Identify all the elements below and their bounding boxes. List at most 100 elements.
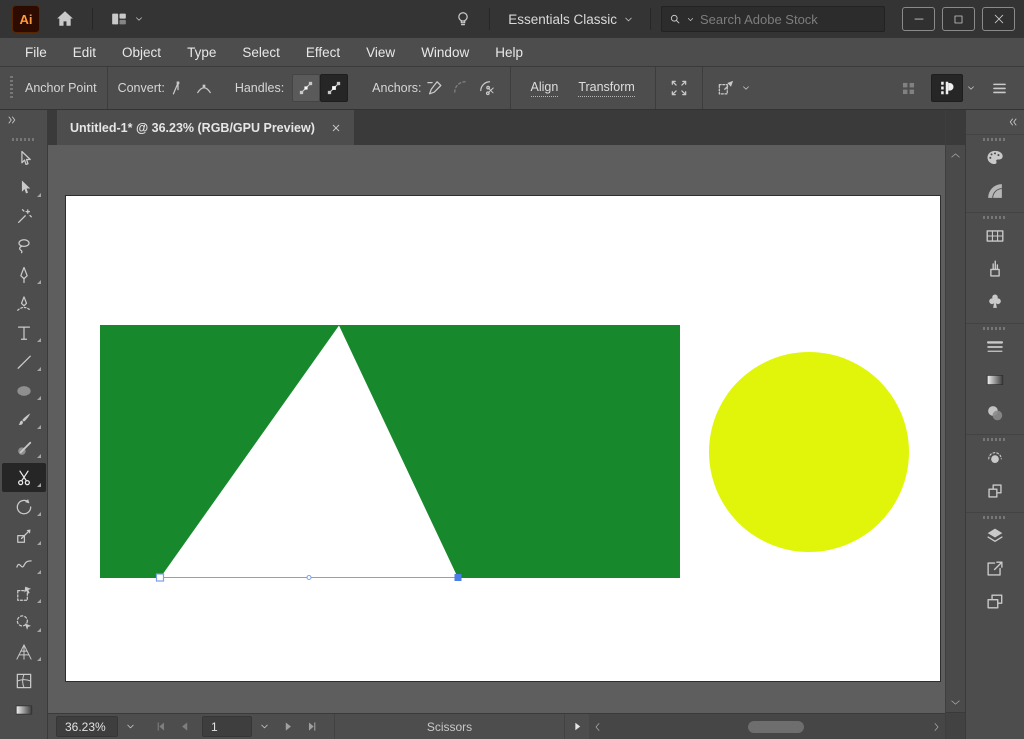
scroll-up-button[interactable] (946, 145, 965, 165)
isolate-selected-object-button[interactable] (713, 75, 739, 101)
selection-tool[interactable] (2, 144, 46, 173)
artboards-panel-button[interactable] (966, 585, 1024, 618)
yellow-circle-shape[interactable] (709, 352, 909, 552)
vertical-scrollbar-track[interactable] (946, 165, 965, 692)
line-segment-tool[interactable] (2, 347, 46, 376)
search-input[interactable] (698, 11, 878, 28)
cut-anchor-right-selected[interactable] (455, 574, 462, 581)
scroll-right-button[interactable] (927, 714, 945, 739)
menu-window[interactable]: Window (408, 45, 482, 60)
connect-anchors-button[interactable] (448, 75, 474, 101)
tools-panel-grip[interactable] (12, 138, 36, 141)
lasso-tool[interactable] (2, 231, 46, 260)
status-bar-options-button[interactable] (565, 715, 589, 739)
gradient-tool[interactable] (2, 695, 46, 724)
cut-path-button[interactable] (474, 75, 500, 101)
rotate-tool[interactable] (2, 492, 46, 521)
tab-close-icon[interactable] (331, 123, 341, 133)
scroll-down-button[interactable] (946, 692, 965, 712)
width-tool[interactable] (2, 550, 46, 579)
show-handles-button[interactable] (292, 74, 320, 102)
dock-properties-button[interactable] (931, 74, 963, 102)
free-transform-tool[interactable] (2, 579, 46, 608)
minimize-button[interactable] (902, 7, 935, 31)
close-button[interactable] (982, 7, 1015, 31)
horizontal-scrollbar-thumb[interactable] (748, 721, 804, 733)
mesh-tool[interactable] (2, 666, 46, 695)
curvature-tool[interactable] (2, 289, 46, 318)
transparency-panel-button[interactable] (966, 396, 1024, 429)
convert-to-corner-button[interactable] (165, 75, 191, 101)
previous-artboard-button[interactable] (172, 715, 196, 739)
horizontal-scrollbar[interactable] (589, 714, 945, 739)
free-distort-button[interactable] (666, 75, 692, 101)
adobe-stock-search[interactable] (661, 6, 885, 32)
appearance-panel-button[interactable] (966, 441, 1024, 474)
direct-selection-tool[interactable] (2, 173, 46, 202)
align-panel-button[interactable]: Align (531, 80, 559, 97)
control-bar-grip[interactable] (10, 76, 13, 100)
color-panel-button[interactable] (966, 141, 1024, 174)
menu-select[interactable]: Select (229, 45, 293, 60)
shape-builder-tool[interactable] (2, 608, 46, 637)
last-artboard-button[interactable] (300, 715, 324, 739)
pen-tool[interactable] (2, 260, 46, 289)
expand-panel-icon[interactable] (7, 115, 17, 125)
scroll-left-button[interactable] (589, 714, 607, 739)
scale-tool[interactable] (2, 521, 46, 550)
remove-anchor-button[interactable] (422, 75, 448, 101)
touch-workspace-button[interactable] (895, 75, 921, 101)
collapse-dock-icon[interactable] (1008, 117, 1018, 127)
scissors-path-icon (477, 78, 497, 98)
zoom-level-field[interactable]: 36.23% (56, 716, 118, 737)
discover-button[interactable] (447, 4, 479, 34)
gradient-panel-button[interactable] (966, 363, 1024, 396)
cut-anchor-left[interactable] (157, 574, 164, 581)
convert-to-smooth-button[interactable] (191, 75, 217, 101)
artboard-dropdown-button[interactable] (252, 715, 276, 739)
next-artboard-button[interactable] (276, 715, 300, 739)
workspace-switcher[interactable]: Essentials Classic (500, 4, 640, 34)
stroke-panel-button[interactable] (966, 330, 1024, 363)
paintbrush-tool[interactable] (2, 405, 46, 434)
magic-wand-tool[interactable] (2, 202, 46, 231)
perspective-grid-tool[interactable] (2, 637, 46, 666)
menu-type[interactable]: Type (174, 45, 229, 60)
canvas-pasteboard[interactable] (48, 145, 945, 713)
graphic-styles-panel-button[interactable] (966, 474, 1024, 507)
menu-help[interactable]: Help (482, 45, 536, 60)
menu-effect[interactable]: Effect (293, 45, 353, 60)
swatches-panel-button[interactable] (966, 219, 1024, 252)
docked-panel-icon (937, 78, 957, 98)
symbols-panel-button[interactable] (966, 285, 1024, 318)
artboard[interactable] (66, 196, 940, 681)
brushes-panel-button[interactable] (966, 252, 1024, 285)
control-bar-menu-button[interactable] (986, 75, 1012, 101)
chevron-down-icon[interactable] (966, 83, 976, 93)
color-guide-panel-button[interactable] (966, 174, 1024, 207)
horizontal-scrollbar-track[interactable] (607, 714, 927, 739)
first-artboard-button[interactable] (148, 715, 172, 739)
arrange-documents-button[interactable] (103, 4, 150, 34)
menu-edit[interactable]: Edit (60, 45, 109, 60)
artboard-number-field[interactable]: 1 (202, 716, 252, 737)
asset-export-panel-button[interactable] (966, 552, 1024, 585)
panel-dock (965, 110, 1024, 739)
home-button[interactable] (48, 4, 82, 34)
cut-path-midpoint[interactable] (307, 576, 311, 580)
layers-panel-button[interactable] (966, 519, 1024, 552)
transform-panel-button[interactable]: Transform (578, 80, 635, 97)
type-tool[interactable] (2, 318, 46, 347)
maximize-button[interactable] (942, 7, 975, 31)
menu-file[interactable]: File (12, 45, 60, 60)
hide-handles-button[interactable] (320, 74, 348, 102)
zoom-dropdown-button[interactable] (118, 715, 142, 739)
vertical-scrollbar[interactable] (945, 110, 965, 739)
document-tab[interactable]: Untitled-1* @ 36.23% (RGB/GPU Preview) (57, 110, 354, 145)
chevron-down-icon[interactable] (741, 83, 751, 93)
menu-view[interactable]: View (353, 45, 408, 60)
shaper-tool[interactable] (2, 434, 46, 463)
menu-object[interactable]: Object (109, 45, 174, 60)
scissors-tool[interactable] (2, 463, 46, 492)
ellipse-tool[interactable] (2, 376, 46, 405)
